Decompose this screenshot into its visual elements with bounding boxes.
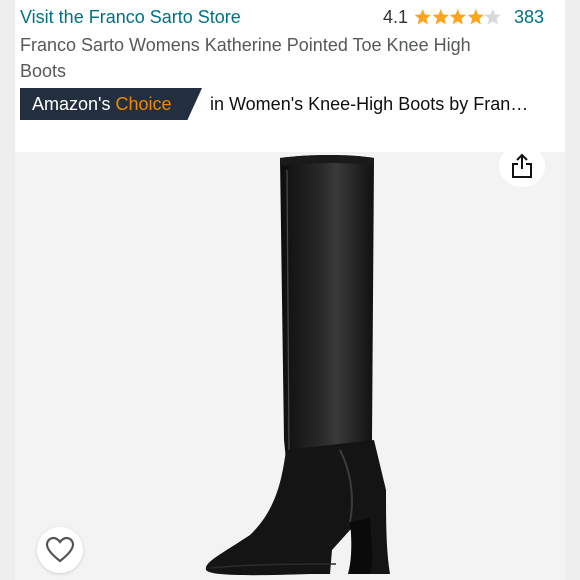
amazons-choice-badge: Amazon's Choice	[20, 88, 202, 120]
store-rating-row: Visit the Franco Sarto Store 4.1 383	[20, 6, 544, 28]
star-icon	[414, 9, 431, 25]
share-button[interactable]	[499, 145, 545, 187]
product-image	[205, 155, 390, 576]
star-rating[interactable]	[414, 7, 502, 27]
star-icon	[432, 9, 449, 25]
store-link[interactable]: Visit the Franco Sarto Store	[20, 6, 241, 28]
badge-brand: Amazon's	[32, 94, 116, 114]
heart-icon	[45, 536, 75, 563]
badge-category-text: in Women's Knee-High Boots by Fran…	[210, 94, 529, 114]
favorite-button[interactable]	[37, 527, 83, 573]
product-title: Franco Sarto Womens Katherine Pointed To…	[20, 35, 471, 81]
star-icon	[484, 9, 501, 25]
rating-value: 4.1	[383, 7, 409, 27]
star-icon	[449, 9, 466, 25]
badge-label: Amazon's Choice	[32, 88, 172, 120]
amazons-choice-row[interactable]: Amazon's Choice in Women's Knee-High Boo…	[20, 88, 545, 120]
share-icon	[512, 153, 532, 178]
star-icon	[467, 9, 484, 25]
review-count-link[interactable]: 383	[514, 6, 544, 28]
badge-choice: Choice	[115, 94, 172, 114]
